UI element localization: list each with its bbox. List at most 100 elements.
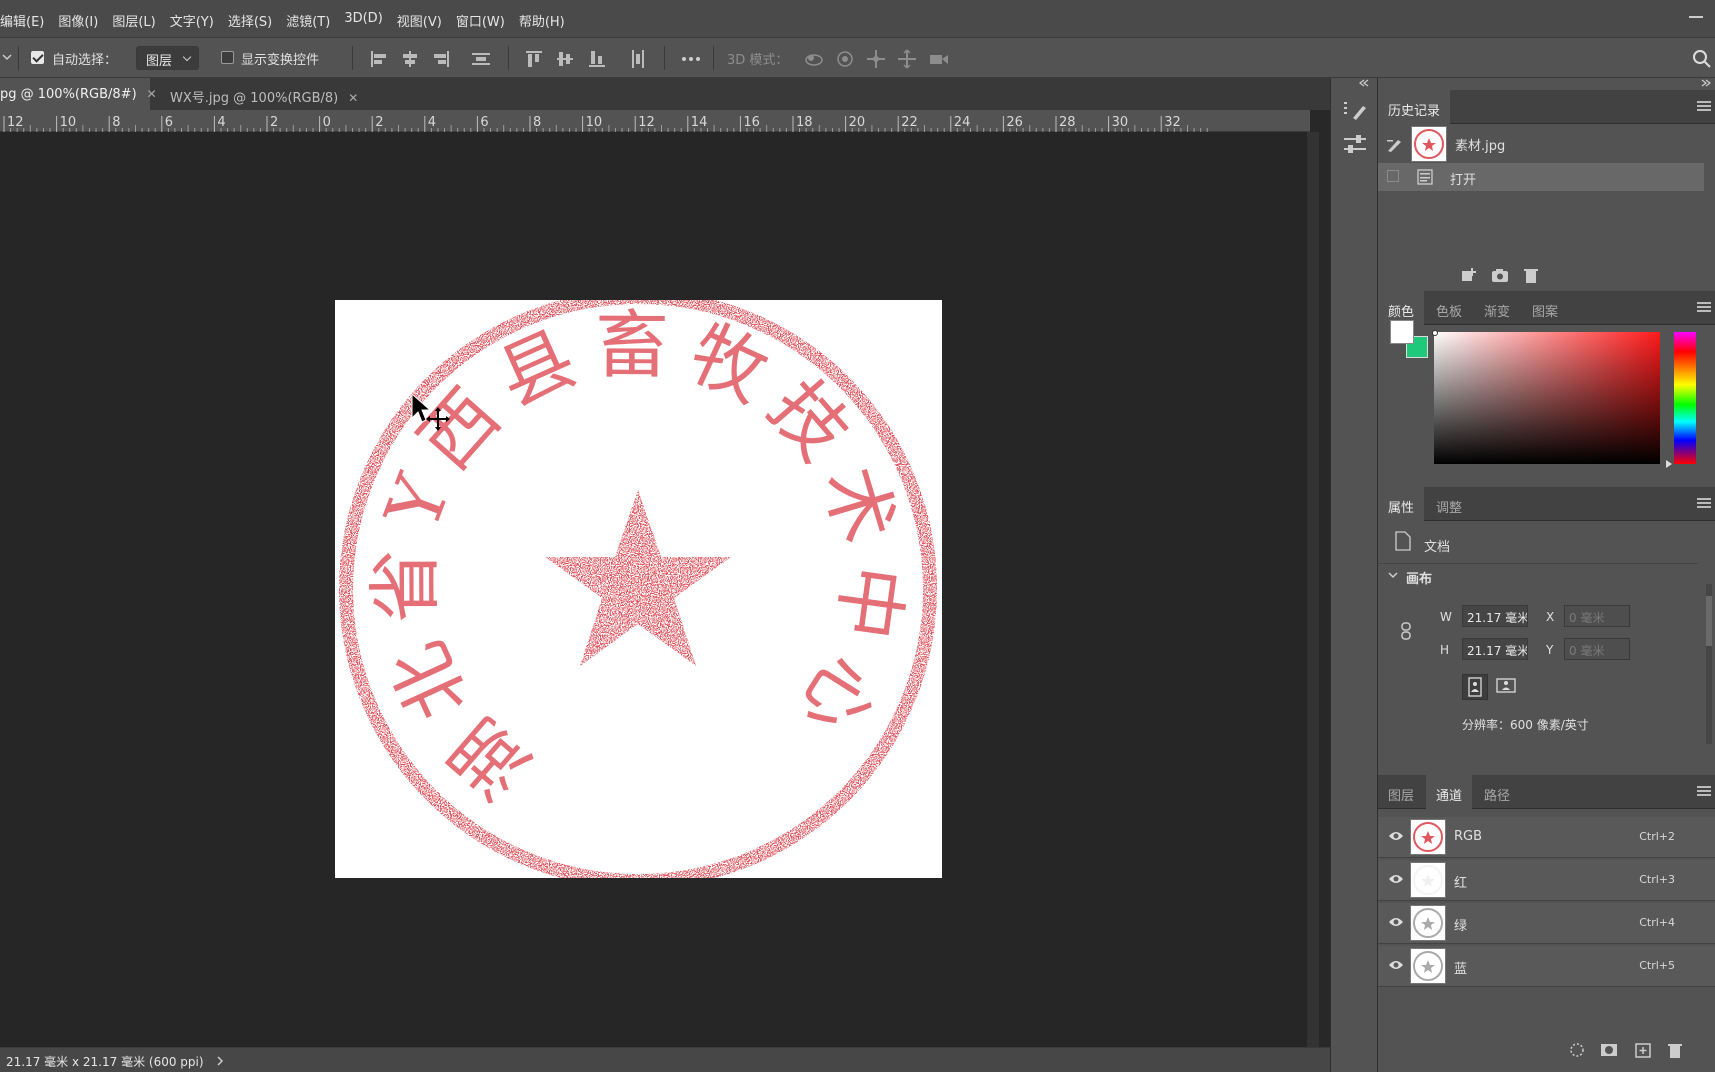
adjustment-sliders-icon[interactable] xyxy=(1341,132,1369,158)
stamp-thumbnail-icon xyxy=(1413,822,1443,852)
new-channel-icon[interactable] xyxy=(1634,1042,1652,1058)
ruler-label: 8 xyxy=(112,115,120,130)
color-picker-field[interactable] xyxy=(1434,332,1660,464)
y-field[interactable]: 0 毫米 xyxy=(1564,638,1630,660)
panel-menu-icon[interactable] xyxy=(1697,101,1711,111)
eye-icon[interactable] xyxy=(1388,916,1404,928)
properties-panel-tabs: 属性 调整 xyxy=(1378,487,1715,521)
ruler-label: 16 xyxy=(743,115,760,130)
history-brush-icon[interactable] xyxy=(1386,137,1404,153)
history-snapshot-row[interactable]: 素材.jpg xyxy=(1378,125,1715,163)
tab-paths[interactable]: 路径 xyxy=(1474,775,1520,809)
doc-tab-active[interactable]: pg @ 100%(RGB/8#) ✕ xyxy=(0,78,157,110)
menu-edit[interactable]: 编辑(E) xyxy=(0,11,50,30)
portrait-orientation-button[interactable] xyxy=(1462,674,1488,700)
ruler-label: 22 xyxy=(901,115,918,130)
menu-help[interactable]: 帮助(H) xyxy=(511,11,571,30)
document-canvas[interactable]: 湖北省Y西县畜牧技术中心 xyxy=(335,290,942,888)
channel-row-green[interactable]: 绿 Ctrl+4 xyxy=(1378,903,1715,944)
tab-patterns[interactable]: 图案 xyxy=(1522,291,1568,325)
panel-menu-icon[interactable] xyxy=(1697,302,1711,312)
tab-channels[interactable]: 通道 xyxy=(1426,775,1473,809)
close-icon[interactable]: ✕ xyxy=(147,87,157,101)
height-field[interactable]: 21.17 毫米 xyxy=(1462,638,1528,660)
ruler-label: 6 xyxy=(480,115,488,130)
menu-select[interactable]: 选择(S) xyxy=(220,11,278,30)
load-selection-icon[interactable] xyxy=(1568,1042,1586,1058)
auto-select-checkbox[interactable] xyxy=(31,51,44,64)
3d-slide-icon[interactable] xyxy=(896,48,918,70)
tab-properties[interactable]: 属性 xyxy=(1378,487,1425,521)
save-selection-icon[interactable] xyxy=(1600,1042,1618,1058)
eye-icon[interactable] xyxy=(1388,873,1404,885)
properties-scrollbar[interactable] xyxy=(1706,584,1712,744)
chevron-down-icon[interactable] xyxy=(1388,572,1398,580)
menu-window[interactable]: 窗口(W) xyxy=(448,11,511,30)
tab-gradients[interactable]: 渐变 xyxy=(1474,291,1520,325)
distribute-vertical-icon[interactable] xyxy=(627,48,649,70)
stamp-thumbnail-icon xyxy=(1413,908,1443,938)
landscape-orientation-button[interactable] xyxy=(1494,674,1520,700)
align-bottom-icon[interactable] xyxy=(586,48,608,70)
channel-row-red[interactable]: 红 Ctrl+3 xyxy=(1378,860,1715,901)
camera-snapshot-icon[interactable] xyxy=(1491,267,1509,283)
doc-tab-label: pg @ 100%(RGB/8#) xyxy=(0,87,137,102)
more-options-icon[interactable] xyxy=(680,48,702,70)
panel-menu-icon[interactable] xyxy=(1697,786,1711,796)
menu-image[interactable]: 图像(I) xyxy=(50,11,104,30)
menu-type[interactable]: 文字(Y) xyxy=(162,11,220,30)
3d-roll-icon[interactable] xyxy=(834,48,856,70)
width-field[interactable]: 21.17 毫米 xyxy=(1462,605,1528,627)
color-picker-handle[interactable] xyxy=(1432,330,1438,336)
menu-3d[interactable]: 3D(D) xyxy=(336,11,388,30)
ruler-ticks: 12 10 8 6 4 2 0 2 4 6 8 10 12 14 16 18 20 22 24 26 28 30 32 xyxy=(3,115,1208,132)
history-step-checkbox[interactable] xyxy=(1387,170,1399,182)
3d-camera-icon[interactable] xyxy=(928,48,950,70)
tab-adjustments[interactable]: 调整 xyxy=(1426,487,1472,521)
chevron-down-icon[interactable] xyxy=(2,54,12,62)
align-vertical-center-icon[interactable] xyxy=(554,48,576,70)
auto-select-dropdown[interactable]: 图层 xyxy=(136,46,199,70)
trash-icon[interactable] xyxy=(1522,267,1540,283)
channel-row-rgb[interactable]: RGB Ctrl+2 xyxy=(1378,817,1715,858)
tab-layers[interactable]: 图层 xyxy=(1378,775,1424,809)
3d-pan-icon[interactable] xyxy=(865,48,887,70)
eye-icon[interactable] xyxy=(1388,959,1404,971)
new-document-from-state-icon[interactable] xyxy=(1460,267,1478,283)
align-horizontal-center-icon[interactable] xyxy=(399,48,421,70)
collapse-icon[interactable] xyxy=(1358,78,1370,88)
panel-menu-icon[interactable] xyxy=(1697,498,1711,508)
tab-history[interactable]: 历史记录 xyxy=(1378,90,1451,124)
foreground-color-swatch[interactable] xyxy=(1390,320,1414,344)
menu-layer[interactable]: 图层(L) xyxy=(104,11,161,30)
hue-slider[interactable] xyxy=(1674,332,1696,464)
menu-view[interactable]: 视图(V) xyxy=(389,11,448,30)
trash-icon[interactable] xyxy=(1666,1042,1684,1058)
hue-slider-handle[interactable] xyxy=(1666,460,1672,468)
expand-icon[interactable] xyxy=(1700,78,1712,88)
distribute-horizontal-icon[interactable] xyxy=(470,48,492,70)
show-transform-checkbox[interactable] xyxy=(221,51,234,64)
history-step-open[interactable]: 打开 xyxy=(1378,163,1704,191)
link-dimensions-icon[interactable] xyxy=(1400,621,1412,641)
brush-preset-icon[interactable] xyxy=(1341,98,1369,124)
search-icon[interactable] xyxy=(1691,48,1713,70)
horizontal-ruler: 12 10 8 6 4 2 0 2 4 6 8 10 12 14 16 18 20 22 24 26 28 30 32 xyxy=(0,110,1310,132)
3d-orbit-icon[interactable] xyxy=(803,48,825,70)
canvas-section-title: 画布 xyxy=(1406,572,1433,587)
channel-name: 绿 xyxy=(1454,919,1468,934)
tab-swatches[interactable]: 色板 xyxy=(1426,291,1472,325)
minimize-button[interactable] xyxy=(1689,16,1703,18)
doc-tab-wx[interactable]: WX号.jpg @ 100%(RGB/8) ✕ xyxy=(160,78,368,110)
chevron-right-icon[interactable] xyxy=(216,1056,224,1066)
align-top-icon[interactable] xyxy=(523,48,545,70)
vertical-scrollbar[interactable] xyxy=(1307,132,1319,1047)
canvas-area[interactable]: 湖北省Y西县畜牧技术中心 xyxy=(0,132,1307,1047)
eye-icon[interactable] xyxy=(1388,830,1404,842)
x-field[interactable]: 0 毫米 xyxy=(1564,605,1630,627)
channel-row-blue[interactable]: 蓝 Ctrl+5 xyxy=(1378,946,1715,987)
close-icon[interactable]: ✕ xyxy=(348,91,358,105)
align-left-icon[interactable] xyxy=(368,48,390,70)
align-right-icon[interactable] xyxy=(430,48,452,70)
menu-filter[interactable]: 滤镜(T) xyxy=(278,11,336,30)
